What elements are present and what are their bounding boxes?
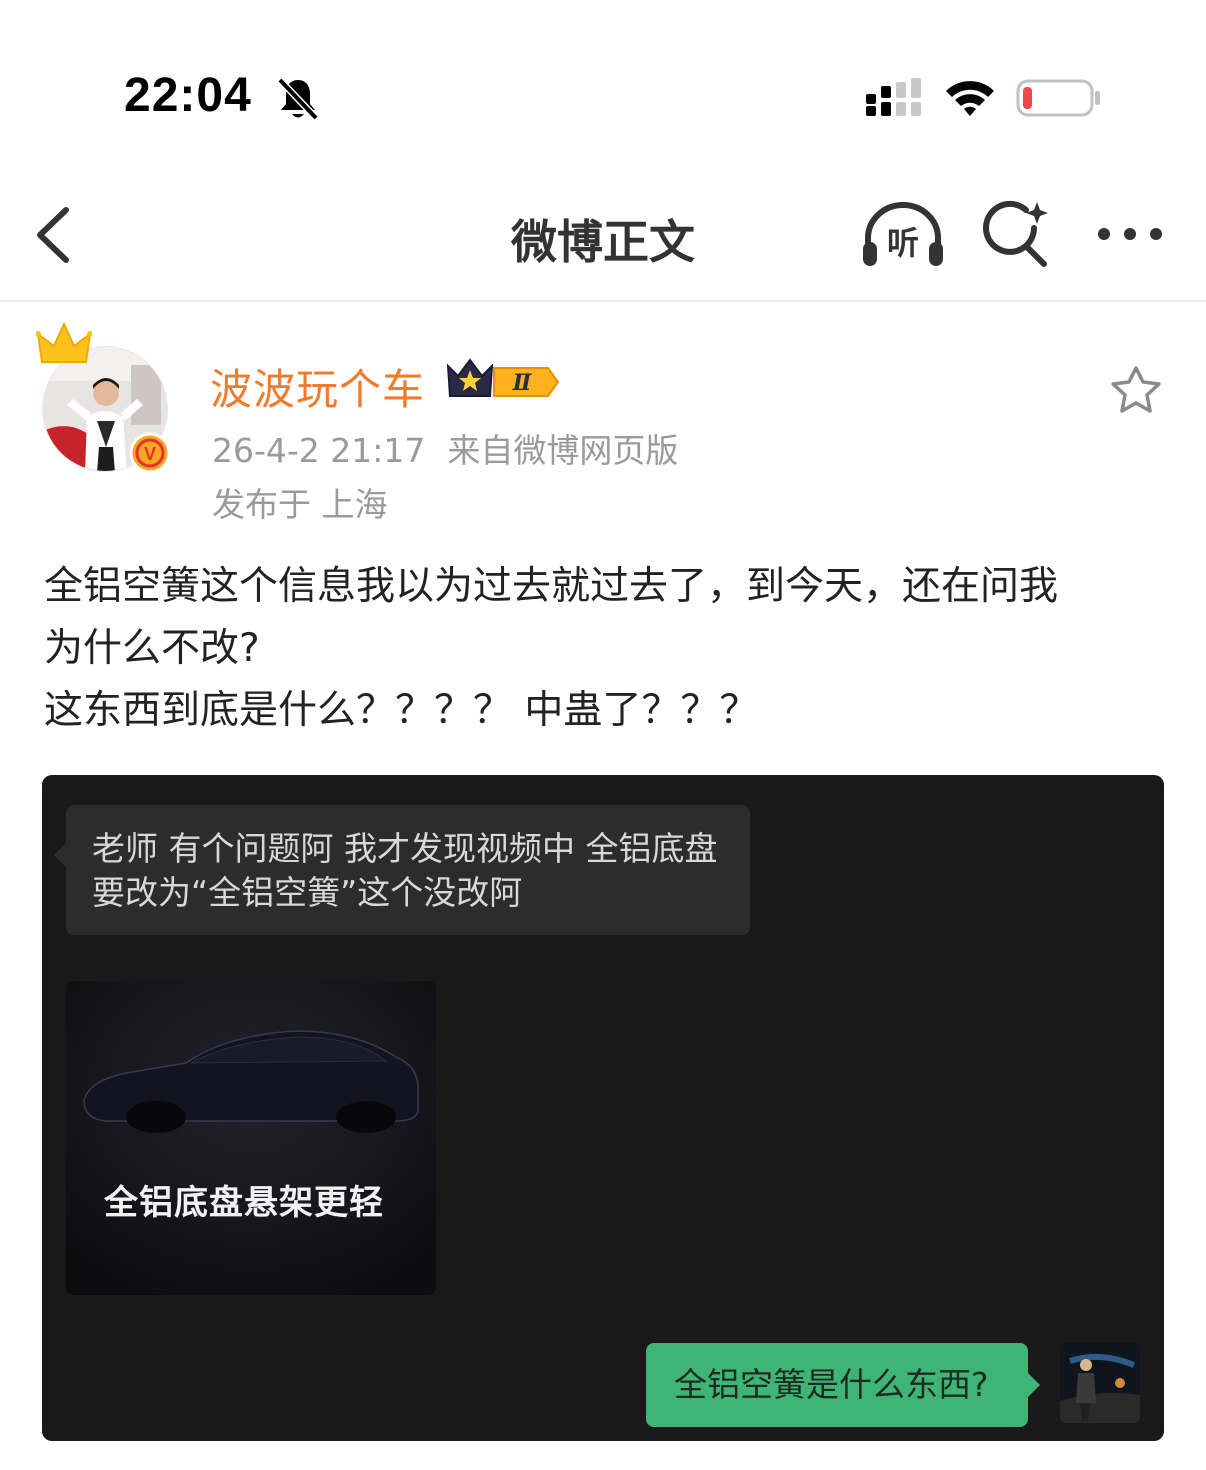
post-text-line: 全铝空簧这个信息我以为过去就过去了，到今天，还在问我	[44, 564, 1059, 609]
sender-avatar	[1060, 1343, 1140, 1423]
wifi-icon	[946, 81, 994, 116]
bell-muted-icon	[277, 77, 319, 121]
ai-search-icon[interactable]	[982, 200, 1052, 270]
status-bar-time: 22:04	[124, 69, 252, 122]
crown-icon	[36, 322, 92, 363]
back-arrow-icon[interactable]	[30, 204, 78, 266]
verified-badge-letter: V	[144, 444, 156, 464]
vip-level-label: Ⅱ	[512, 370, 533, 396]
battery-low-icon	[1016, 79, 1100, 117]
incoming-message-line: 老师 有个问题阿 我才发现视频中 全铝底盘	[92, 829, 718, 868]
author-avatar-group[interactable]: V	[30, 318, 180, 478]
post-source: 来自微博网页版	[447, 431, 679, 470]
post-meta: 26-4-2 21:17 来自微博网页版	[212, 424, 678, 472]
post-body-text: 全铝空簧这个信息我以为过去就过去了，到今天，还在问我 为什么不改? 这东西到底是…	[44, 556, 1164, 742]
post-timestamp: 26-4-2 21:17	[212, 431, 426, 470]
verified-badge-icon: V	[129, 432, 171, 474]
outgoing-message-bubble: 全铝空簧是什么东西?	[646, 1343, 1040, 1427]
star-favorite-icon[interactable]	[1108, 364, 1164, 416]
author-name[interactable]: 波波玩个车	[210, 356, 425, 417]
more-options-icon[interactable]	[1094, 216, 1166, 252]
post-text-line: 为什么不改?	[44, 626, 260, 671]
incoming-message-line: 要改为“全铝空簧”这个没改阿	[92, 873, 523, 912]
listen-button[interactable]: 听	[860, 200, 946, 270]
incoming-message-bubble: 老师 有个问题阿 我才发现视频中 全铝底盘 要改为“全铝空簧”这个没改阿	[54, 805, 750, 935]
video-thumbnail: 全铝底盘悬架更轻	[66, 981, 436, 1295]
nav-divider	[0, 300, 1206, 302]
listen-label: 听	[886, 224, 919, 262]
cellular-signal-icon	[866, 78, 921, 116]
car-silhouette-image	[66, 981, 436, 1295]
page-title: 微博正文	[511, 215, 695, 269]
post-location: 发布于 上海	[212, 485, 388, 524]
video-caption: 全铝底盘悬架更轻	[104, 1183, 384, 1223]
post-image-chat-screenshot[interactable]: 老师 有个问题阿 我才发现视频中 全铝底盘 要改为“全铝空簧”这个没改阿 全铝底…	[42, 775, 1164, 1441]
vip-crown-badge-icon[interactable]: Ⅱ	[444, 356, 562, 404]
weibo-post-detail-screen: 22:04 微博正文 听 V 波波玩个车 Ⅱ 26-4-2 21:17 来自微博…	[0, 0, 1206, 1470]
post-text-line: 这东西到底是什么？？？？ 中蛊了？？？	[44, 688, 759, 733]
